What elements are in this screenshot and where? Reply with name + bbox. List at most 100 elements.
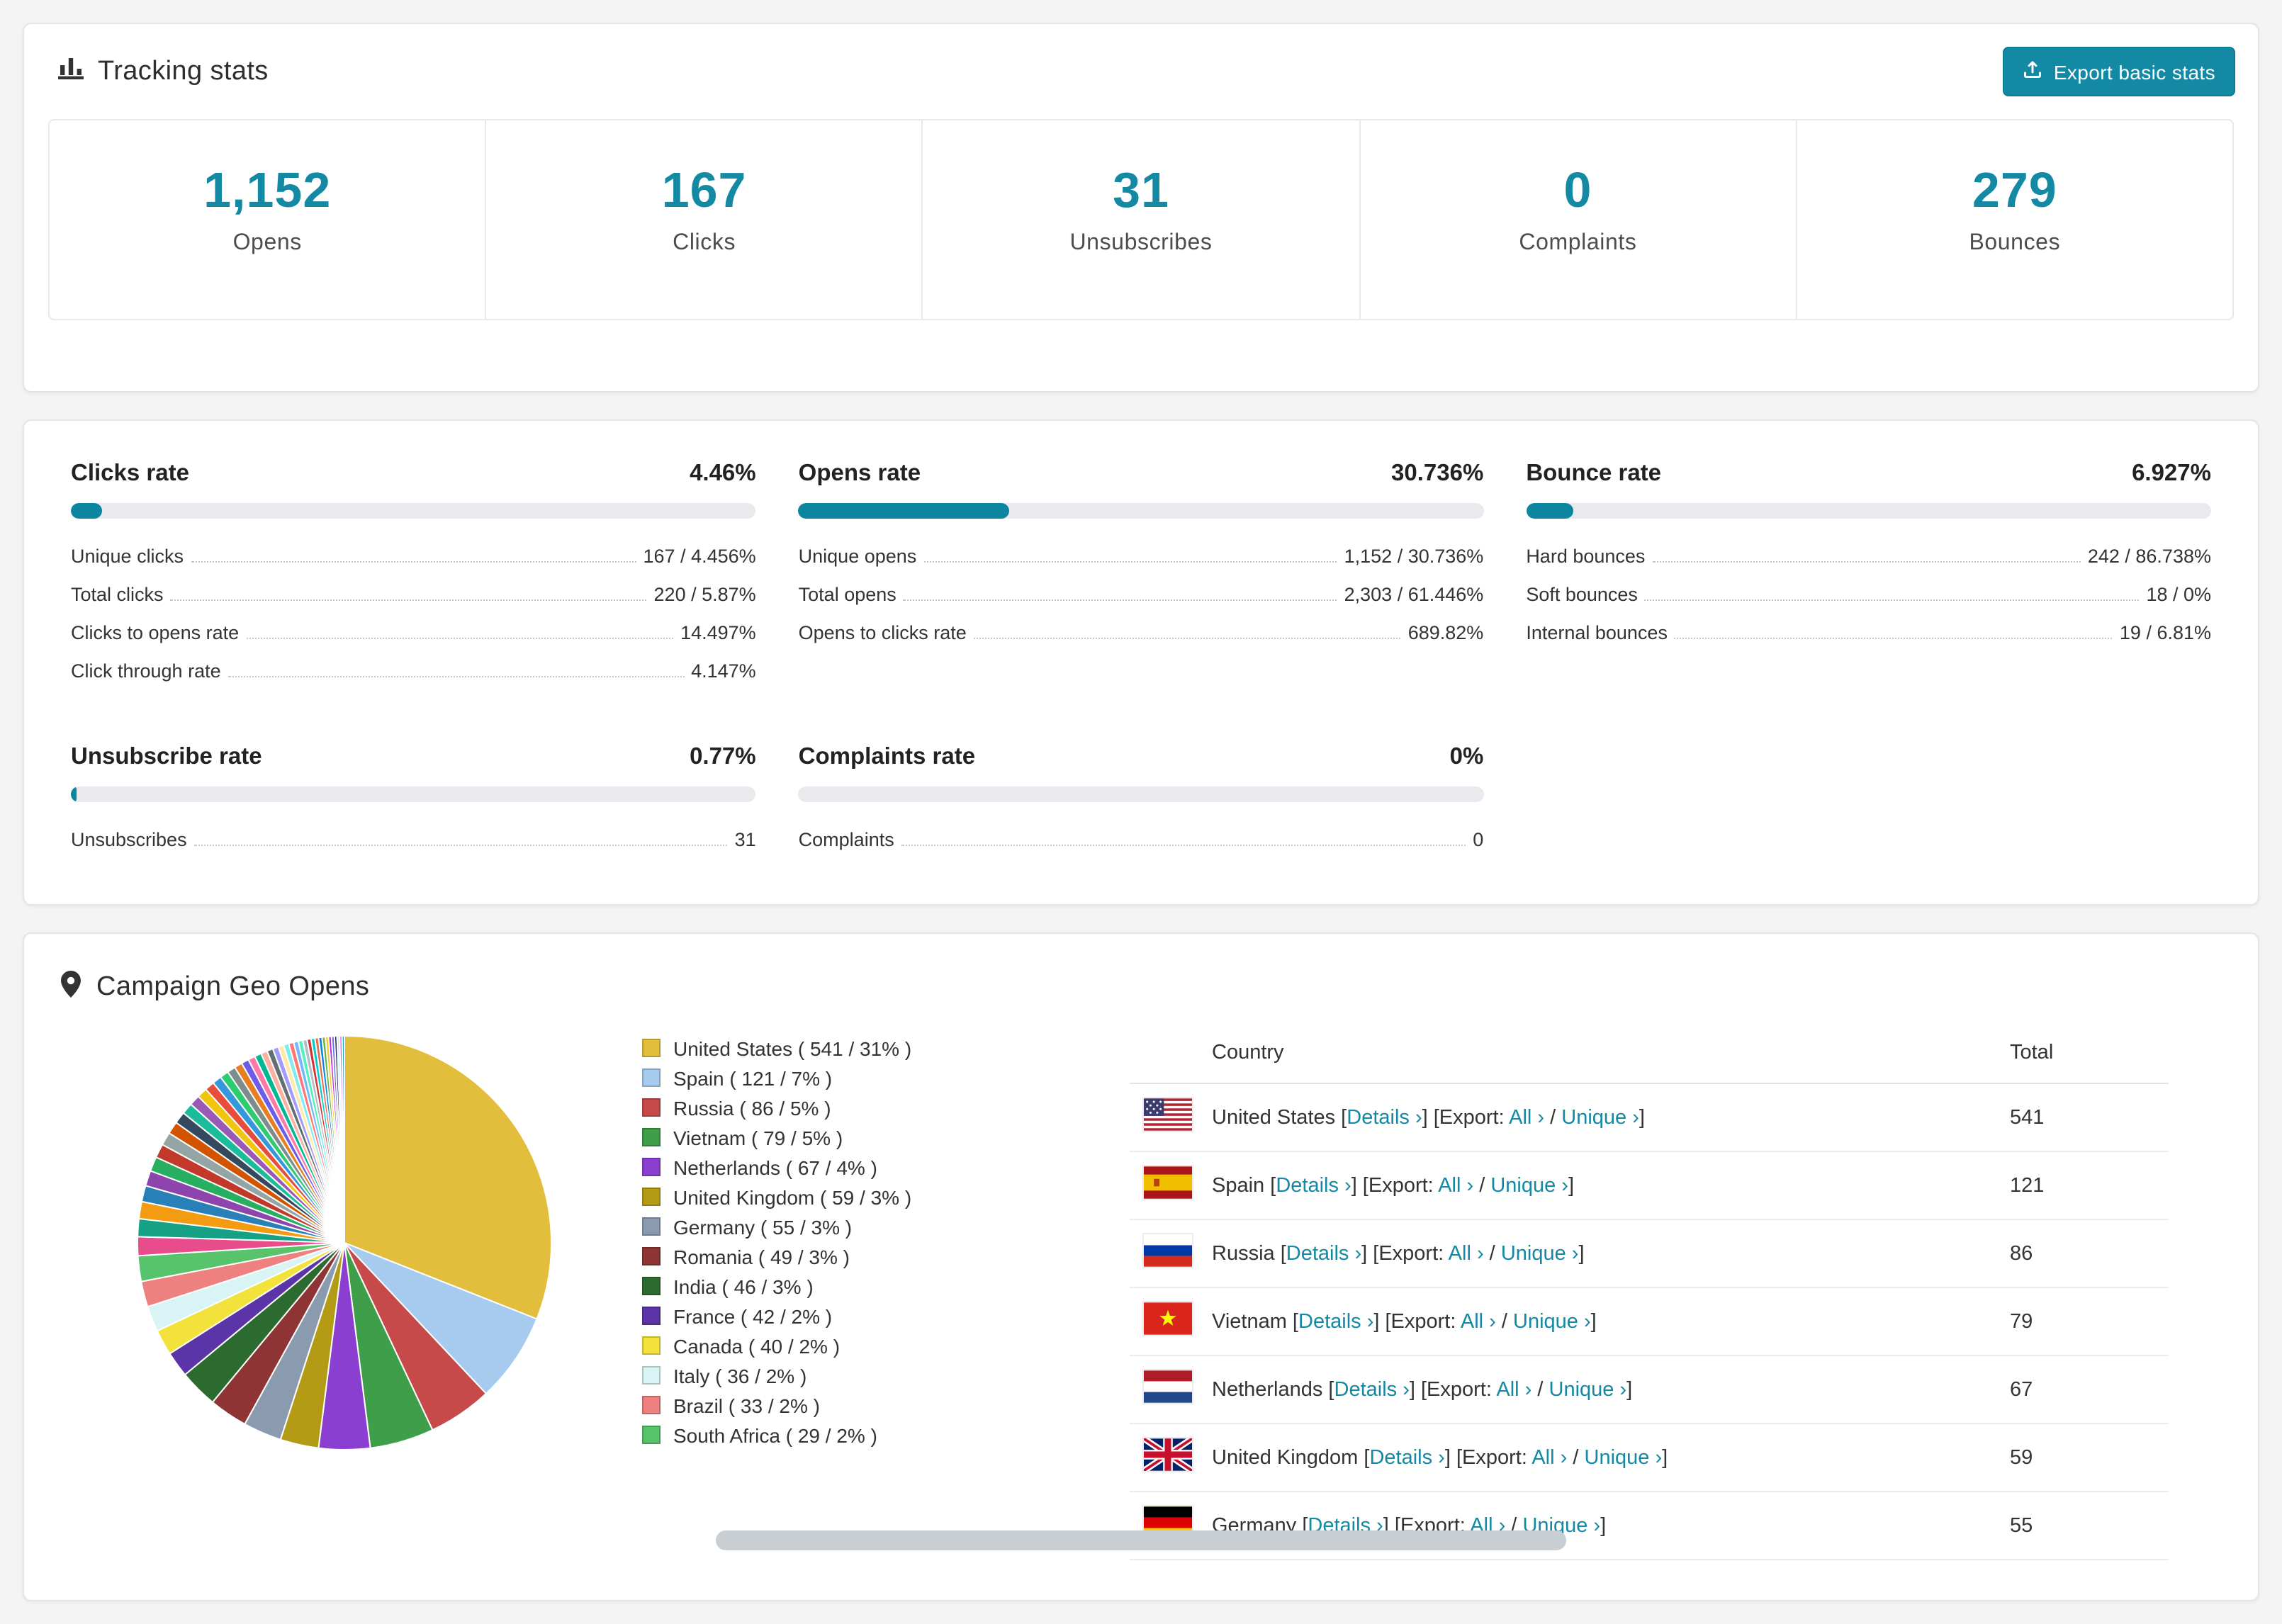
legend-item: Netherlands ( 67 / 4% ) <box>642 1152 1110 1182</box>
legend-item: South Africa ( 29 / 2% ) <box>642 1420 1110 1450</box>
legend-color-swatch <box>642 1068 661 1087</box>
stat-label: Opens <box>232 231 302 255</box>
rate-metric-row: Soft bounces 18 / 0% <box>1526 575 2211 614</box>
export-basic-stats-button[interactable]: Export basic stats <box>2002 47 2235 96</box>
rate-percent: 30.736% <box>1391 461 1484 486</box>
rates-card: Clicks rate 4.46% Unique clicks 167 / 4.… <box>23 419 2259 906</box>
rate-title: Bounce rate <box>1526 461 1662 486</box>
country-flag-icon <box>1144 1166 1192 1199</box>
legend-item: Vietnam ( 79 / 5% ) <box>642 1122 1110 1152</box>
country-total: 55 <box>2010 1492 2169 1560</box>
legend-color-swatch <box>642 1188 661 1206</box>
page: Tracking stats Export basic stats 1,152 … <box>0 0 2282 1624</box>
app: Tracking stats Export basic stats 1,152 … <box>0 0 2282 1624</box>
stat-value: 0 <box>1563 163 1592 218</box>
stats-summary-row: 1,152 Opens 167 Clicks 31 Unsubscribes 0… <box>48 119 2234 320</box>
details-link[interactable]: Details › <box>1369 1446 1444 1469</box>
stat-value: 1,152 <box>203 163 332 218</box>
campaign-geo-opens-card: Campaign Geo Opens United States ( 541 /… <box>23 932 2259 1601</box>
dotted-leader <box>246 638 674 639</box>
export-all-link[interactable]: All › <box>1496 1378 1531 1401</box>
horizontal-scrollbar[interactable] <box>716 1530 1566 1550</box>
stat-label: Complaints <box>1519 231 1637 255</box>
country-flag-icon <box>1144 1370 1192 1403</box>
stat-box: 167 Clicks <box>486 120 923 319</box>
country-flag-icon <box>1144 1302 1192 1335</box>
rate-progress-fill <box>798 503 1009 519</box>
export-all-link[interactable]: All › <box>1438 1174 1473 1197</box>
rate-block: Complaints rate 0% Complaints 0 <box>798 744 1484 859</box>
legend-color-swatch <box>642 1098 661 1117</box>
country-cell: Spain [Details ›] [Export: All › / Uniqu… <box>1212 1151 2010 1220</box>
legend-item: Spain ( 121 / 7% ) <box>642 1063 1110 1093</box>
rate-percent: 6.927% <box>2132 461 2211 486</box>
details-link[interactable]: Details › <box>1276 1174 1351 1197</box>
rate-percent: 0.77% <box>690 744 756 769</box>
rate-head: Unsubscribe rate 0.77% <box>71 744 756 771</box>
export-unique-link[interactable]: Unique › <box>1490 1174 1568 1197</box>
legend-label: Russia ( 86 / 5% ) <box>673 1096 831 1119</box>
rate-metric-row: Unique clicks 167 / 4.456% <box>71 537 756 575</box>
stat-box: 31 Unsubscribes <box>923 120 1361 319</box>
legend-color-swatch <box>642 1128 661 1146</box>
tracking-stats-header: Tracking stats Export basic stats <box>24 24 2258 96</box>
dotted-leader <box>193 845 728 846</box>
geo-pie-chart <box>47 1027 642 1560</box>
stat-box: 1,152 Opens <box>50 120 487 319</box>
stat-label: Clicks <box>673 231 736 255</box>
legend-color-swatch <box>642 1158 661 1176</box>
rate-metric-row: Internal bounces 19 / 6.81% <box>1526 614 2211 652</box>
rate-block: Unsubscribe rate 0.77% Unsubscribes 31 <box>71 744 756 859</box>
page-title: Tracking stats <box>98 56 269 86</box>
legend-label: Netherlands ( 67 / 4% ) <box>673 1156 877 1178</box>
export-unique-link[interactable]: Unique › <box>1501 1242 1579 1265</box>
rate-metric-value: 689.82% <box>1407 622 1484 643</box>
rate-head: Opens rate 30.736% <box>799 461 1484 487</box>
rate-title: Clicks rate <box>71 461 189 486</box>
rate-metric-value: 14.497% <box>680 622 756 643</box>
legend-item: Brazil ( 33 / 2% ) <box>642 1390 1110 1420</box>
rate-progress-fill <box>1526 503 1574 519</box>
rate-block: Opens rate 30.736% Unique opens 1,152 / … <box>798 461 1484 690</box>
rate-title: Unsubscribe rate <box>71 744 262 769</box>
rate-metric-value: 19 / 6.81% <box>2119 622 2211 643</box>
export-all-link[interactable]: All › <box>1531 1446 1567 1469</box>
export-all-link[interactable]: All › <box>1449 1242 1484 1265</box>
dotted-leader <box>227 676 685 677</box>
details-link[interactable]: Details › <box>1298 1310 1373 1333</box>
legend-color-swatch <box>642 1039 661 1057</box>
stat-box: 279 Bounces <box>1797 120 2232 319</box>
legend-item: Romania ( 49 / 3% ) <box>642 1241 1110 1271</box>
rate-rows: Unique opens 1,152 / 30.736% Total opens… <box>799 537 1484 652</box>
export-unique-link[interactable]: Unique › <box>1561 1106 1639 1129</box>
details-link[interactable]: Details › <box>1286 1242 1361 1265</box>
legend-color-swatch <box>642 1277 661 1295</box>
country-cell: United Kingdom [Details ›] [Export: All … <box>1212 1423 2010 1492</box>
tracking-stats-card: Tracking stats Export basic stats 1,152 … <box>23 23 2259 393</box>
details-link[interactable]: Details › <box>1347 1106 1422 1129</box>
rate-metric-label: Soft bounces <box>1526 584 1638 605</box>
rate-metric-label: Total opens <box>798 584 896 605</box>
location-pin-icon <box>61 971 81 1005</box>
legend-label: United States ( 541 / 31% ) <box>673 1037 912 1059</box>
export-all-link[interactable]: All › <box>1509 1106 1544 1129</box>
rate-head: Complaints rate 0% <box>799 744 1484 771</box>
details-link[interactable]: Details › <box>1334 1378 1410 1401</box>
export-unique-link[interactable]: Unique › <box>1549 1378 1627 1401</box>
legend-item: Russia ( 86 / 5% ) <box>642 1093 1110 1122</box>
rate-title: Opens rate <box>798 461 921 486</box>
export-unique-link[interactable]: Unique › <box>1513 1310 1591 1333</box>
table-row: Russia [Details ›] [Export: All › / Uniq… <box>1130 1219 2169 1288</box>
country-total: 79 <box>2010 1287 2169 1356</box>
legend-color-swatch <box>642 1396 661 1414</box>
legend-item: United States ( 541 / 31% ) <box>642 1033 1110 1063</box>
rate-progress-track <box>798 786 1484 802</box>
rate-head: Bounce rate 6.927% <box>1526 461 2211 487</box>
export-button-label: Export basic stats <box>2053 60 2215 83</box>
rate-metric-label: Hard bounces <box>1526 546 1646 567</box>
rate-metric-label: Internal bounces <box>1526 622 1668 643</box>
rate-progress-track <box>1526 503 2211 519</box>
export-all-link[interactable]: All › <box>1461 1310 1496 1333</box>
rate-metric-value: 220 / 5.87% <box>653 584 756 605</box>
export-unique-link[interactable]: Unique › <box>1585 1446 1663 1469</box>
